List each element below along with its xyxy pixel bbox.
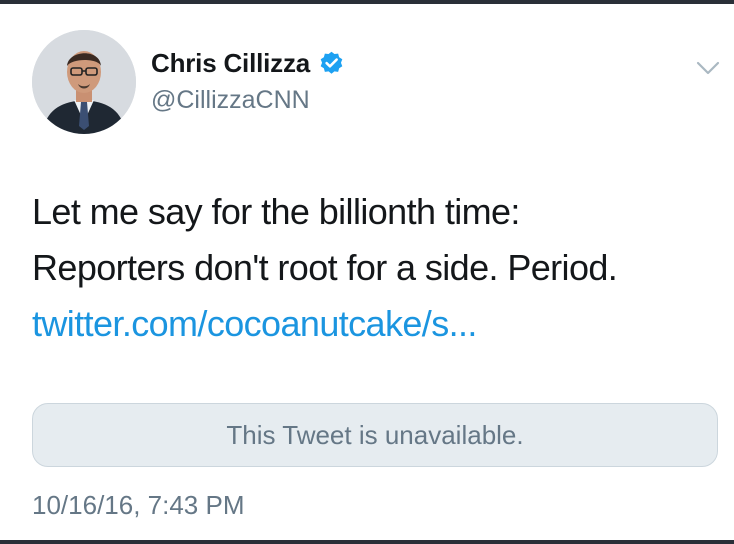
chevron-down-icon[interactable] [694, 58, 722, 78]
tweet-text-line: Reporters don't root for a side. Period. [32, 247, 618, 288]
author-handle[interactable]: @CillizzaCNN [151, 86, 310, 115]
quoted-tweet-unavailable: This Tweet is unavailable. [32, 403, 718, 467]
display-name[interactable]: Chris Cillizza [151, 48, 310, 79]
verified-badge-icon [318, 50, 345, 77]
author-name-row[interactable]: Chris Cillizza [151, 48, 345, 79]
quoted-tweet-notice: This Tweet is unavailable. [226, 419, 524, 450]
tweet-text-line: Let me say for the billionth time: [32, 191, 520, 232]
tweet-text: Let me say for the billionth time: Repor… [32, 184, 712, 352]
tweet-link[interactable]: twitter.com/cocoanutcake/s... [32, 296, 712, 352]
tweet-card: Chris Cillizza @CillizzaCNN Let me say f… [0, 0, 734, 544]
avatar[interactable] [32, 30, 136, 134]
profile-photo [32, 30, 136, 134]
tweet-timestamp[interactable]: 10/16/16, 7:43 PM [32, 490, 244, 521]
